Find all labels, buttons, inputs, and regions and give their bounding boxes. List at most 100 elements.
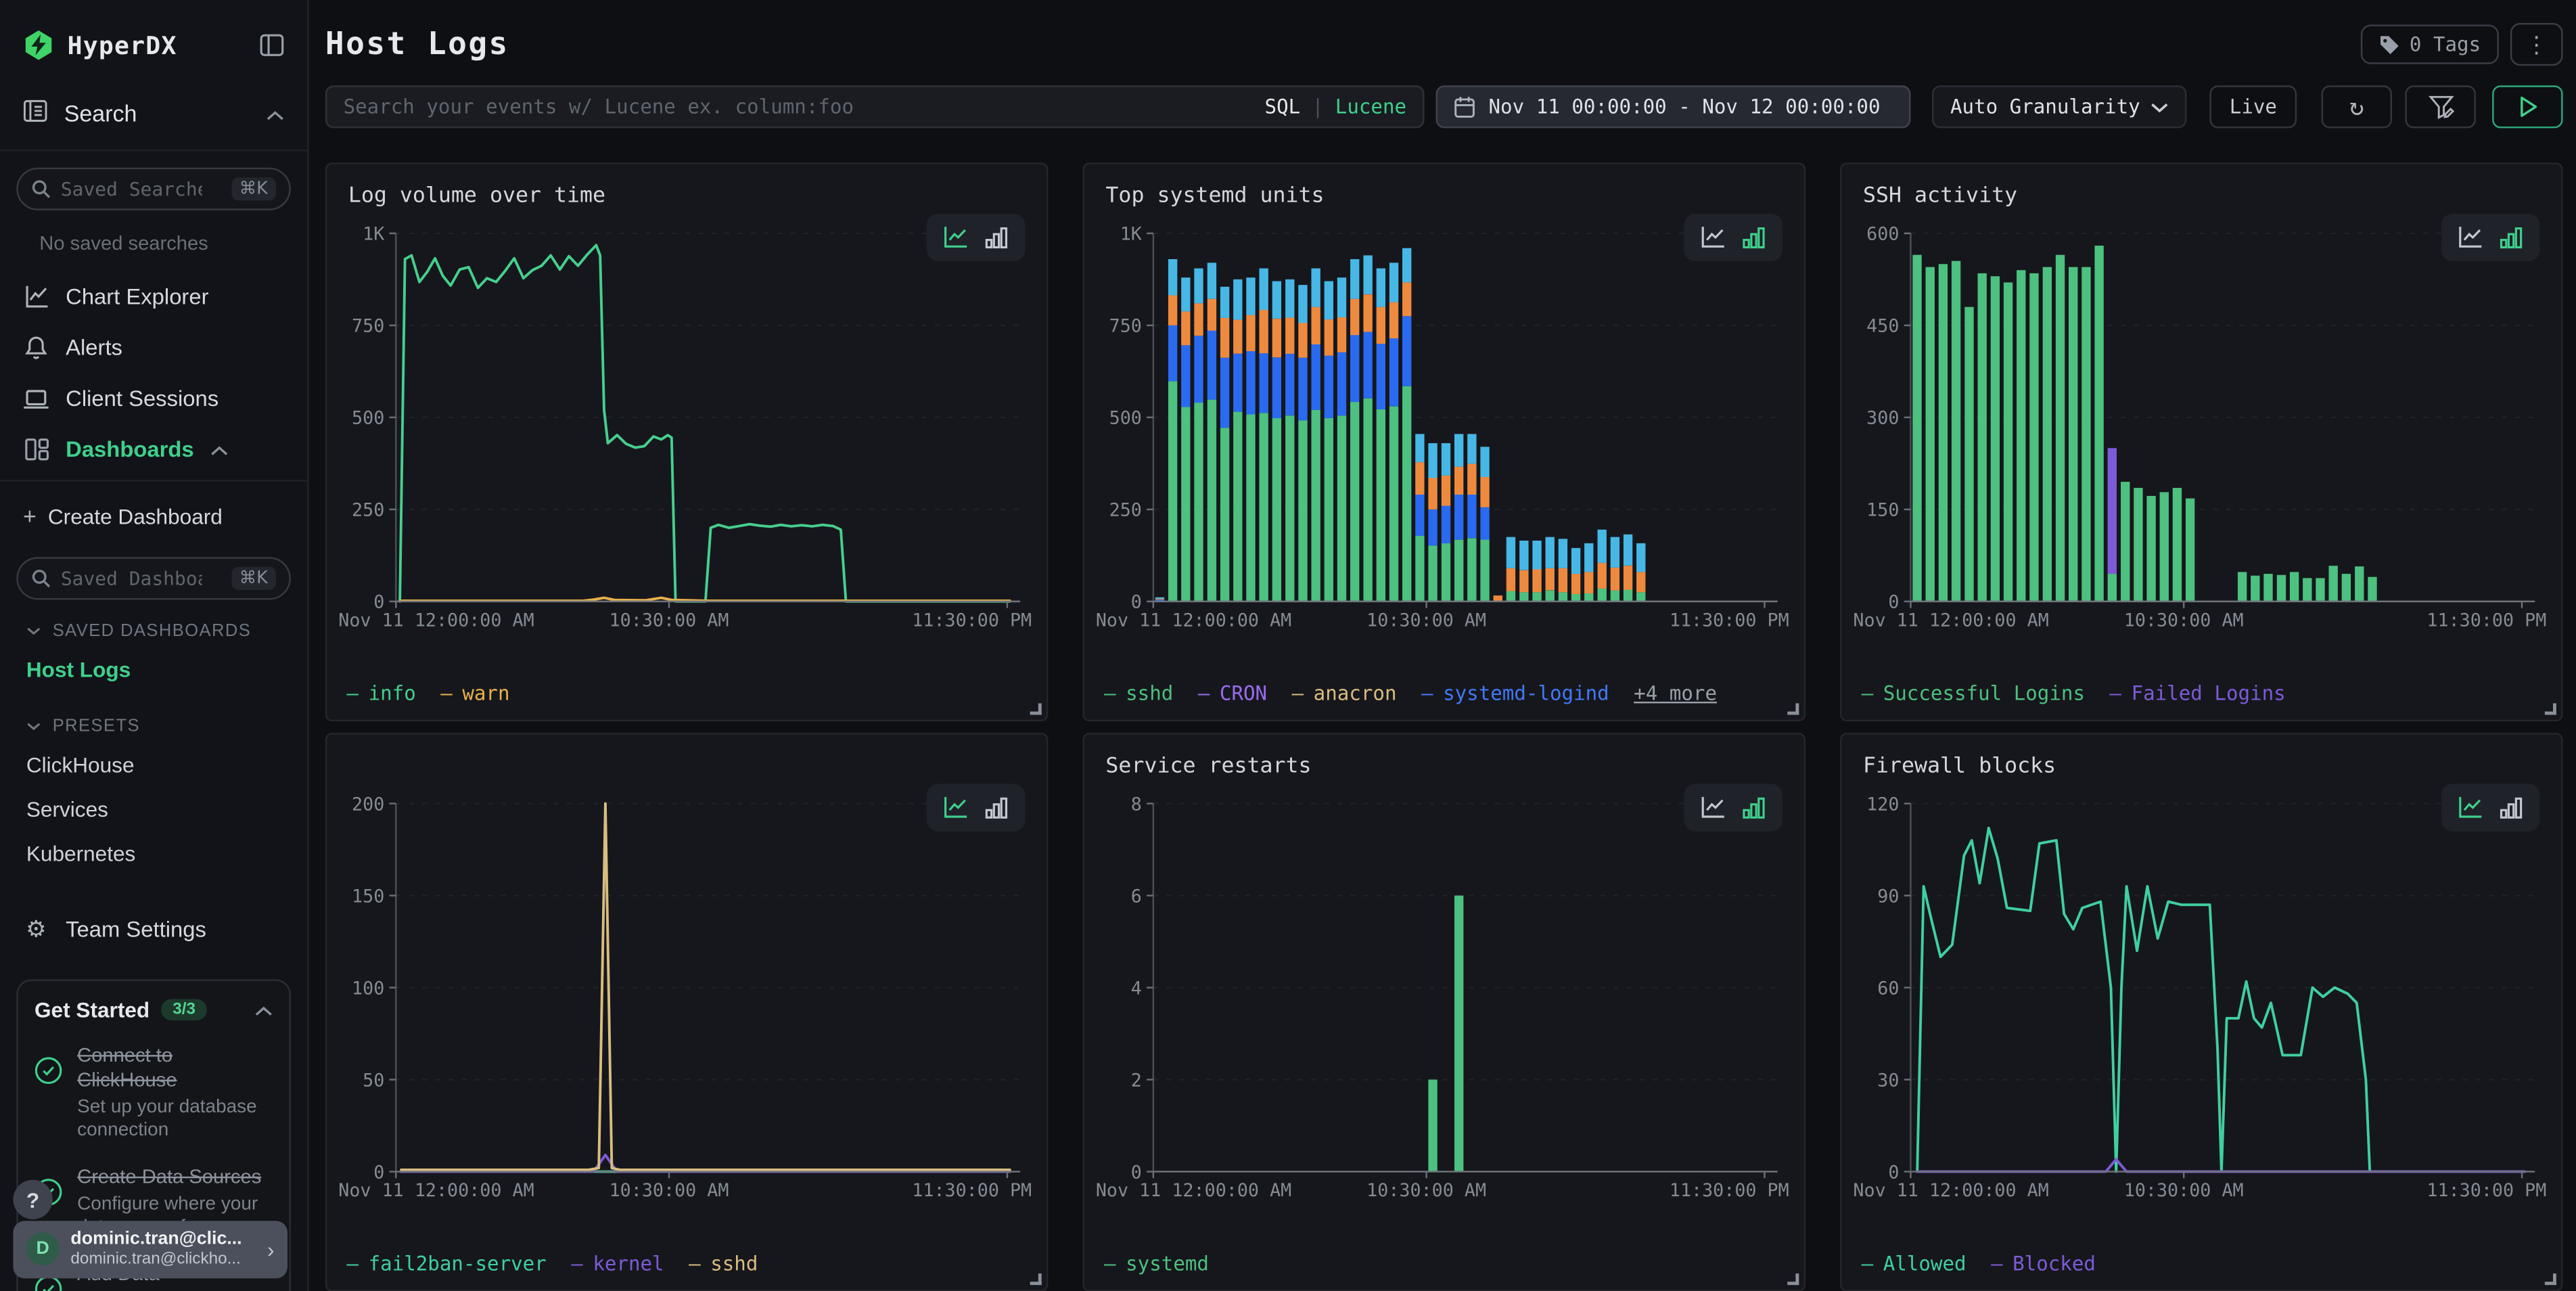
svg-text:Nov 11 12:00:00 AM: Nov 11 12:00:00 AM (1853, 610, 2048, 631)
resize-handle[interactable] (1030, 703, 1042, 715)
legend-more-link[interactable]: +4 more (1634, 682, 1717, 705)
legend-item[interactable]: —sshd (689, 1252, 758, 1275)
plot-area[interactable]: 6004503001500Nov 11 12:00:00 AM10:30:00 … (1852, 223, 2548, 634)
date-range-picker[interactable]: Nov 11 00:00:00 - Nov 12 00:00:00 (1436, 85, 1911, 128)
event-search-box[interactable]: SQL | Lucene (325, 85, 1425, 128)
run-query-button[interactable] (2492, 85, 2562, 128)
get-started-item-desc: Set up your database connection (77, 1096, 261, 1143)
plot-area[interactable]: 200150100500Nov 11 12:00:00 AM10:30:00 A… (337, 794, 1034, 1204)
user-menu[interactable]: D dominic.tran@clic... dominic.tran@clic… (13, 1221, 288, 1278)
resize-handle[interactable] (1787, 1273, 1799, 1285)
chart-type-toggle (1684, 214, 1782, 261)
plot-area[interactable]: 1209060300Nov 11 12:00:00 AM10:30:00 AM1… (1852, 794, 2548, 1204)
legend-item[interactable]: —warn (440, 682, 509, 705)
sidebar-item-chart-explorer[interactable]: Chart Explorer (0, 271, 307, 322)
svg-text:6: 6 (1131, 886, 1142, 907)
line-chart-toggle[interactable] (2458, 795, 2484, 819)
bar-chart-toggle[interactable] (984, 795, 1009, 819)
help-button[interactable]: ? (13, 1180, 52, 1219)
sidebar-item-search[interactable]: Search (0, 77, 307, 151)
plot-area[interactable]: 1K7505002500Nov 11 12:00:00 AM10:30:00 A… (1094, 223, 1791, 634)
live-button[interactable]: Live (2210, 85, 2297, 128)
saved-dashboards-group-header[interactable]: SAVED DASHBOARDS (0, 606, 307, 648)
user-name: dominic.tran@clic... (70, 1229, 242, 1250)
sidebar-item-alerts[interactable]: Alerts (0, 322, 307, 373)
chart-legend: —info —warn (346, 682, 509, 705)
sidebar-item-label: Alerts (66, 335, 122, 359)
refresh-button[interactable]: ↻ (2322, 85, 2392, 128)
sidebar-item-clickhouse[interactable]: ClickHouse (0, 743, 307, 788)
collapse-sidebar-icon[interactable] (260, 33, 284, 58)
legend-item[interactable]: —Failed Logins (2109, 682, 2285, 705)
legend-item[interactable]: —sshd (1104, 682, 1173, 705)
saved-dashboards-field[interactable] (61, 567, 202, 590)
line-chart-toggle[interactable] (1701, 795, 1727, 819)
saved-searches-input[interactable]: ⌘K (16, 168, 291, 210)
line-chart-toggle[interactable] (2458, 225, 2484, 250)
sql-toggle[interactable]: SQL (1265, 95, 1301, 118)
legend-item[interactable]: —info (346, 682, 415, 705)
filter-button[interactable] (2405, 85, 2475, 128)
resize-handle[interactable] (2545, 1273, 2556, 1285)
bar-chart-toggle[interactable] (1741, 795, 1766, 819)
legend-item[interactable]: —systemd-logind (1421, 682, 1609, 705)
legend-item[interactable]: —systemd (1104, 1252, 1209, 1275)
legend-label: anacron (1314, 682, 1397, 705)
laptop-icon (23, 387, 49, 410)
sidebar-item-kubernetes[interactable]: Kubernetes (0, 832, 307, 876)
panel-title: Top systemd units (1105, 184, 1324, 208)
bar-chart-toggle[interactable] (1741, 225, 1766, 250)
plot-area[interactable]: 1K7505002500Nov 11 12:00:00 AM10:30:00 A… (337, 223, 1034, 634)
granularity-select[interactable]: Auto Granularity (1932, 85, 2186, 128)
lucene-toggle[interactable]: Lucene (1335, 95, 1406, 118)
sidebar-item-host-logs[interactable]: Host Logs (0, 648, 307, 692)
svg-text:2: 2 (1131, 1070, 1142, 1091)
legend-item[interactable]: —Successful Logins (1862, 682, 2085, 705)
bar-chart-toggle[interactable] (2499, 795, 2523, 819)
plot-area[interactable]: 86420Nov 11 12:00:00 AM10:30:00 AM11:30:… (1094, 794, 1791, 1204)
chart-legend: —sshd —CRON —anacron —systemd-logind +4 more (1104, 682, 1717, 705)
create-dashboard-button[interactable]: + Create Dashboard (0, 491, 307, 541)
chart-legend: —fail2ban-server —kernel —sshd (346, 1252, 758, 1275)
svg-text:11:30:00 PM: 11:30:00 PM (1670, 610, 1789, 631)
app-root: HyperDX Search ⌘K No saved searches Cha (0, 0, 2576, 1291)
resize-handle[interactable] (1030, 1273, 1042, 1285)
legend-item[interactable]: —anacron (1292, 682, 1397, 705)
get-started-item[interactable]: Connect to ClickHouse Set up your databa… (34, 1043, 273, 1143)
chart-panel: SSH activity 6004503001500Nov 11 12:00:0… (1840, 162, 2563, 721)
line-chart-toggle[interactable] (943, 795, 969, 819)
legend-label: Successful Logins (1883, 682, 2085, 705)
sidebar-item-services[interactable]: Services (0, 787, 307, 832)
presets-group-header[interactable]: PRESETS (0, 702, 307, 743)
legend-swatch: — (440, 682, 453, 705)
bar-chart-toggle[interactable] (984, 225, 1009, 250)
legend-item[interactable]: —fail2ban-server (346, 1252, 546, 1275)
legend-label: Blocked (2013, 1252, 2096, 1275)
legend-item[interactable]: —kernel (571, 1252, 664, 1275)
search-input[interactable] (344, 95, 1265, 118)
resize-handle[interactable] (1787, 703, 1799, 715)
line-chart-toggle[interactable] (1701, 225, 1727, 250)
get-started-item-title: Create Data Sources (77, 1164, 271, 1189)
more-options-button[interactable]: ⋮ (2510, 23, 2563, 66)
sidebar-item-team-settings[interactable]: ⚙ Team Settings (0, 902, 307, 956)
svg-text:11:30:00 PM: 11:30:00 PM (912, 610, 1032, 631)
legend-item[interactable]: —CRON (1198, 682, 1267, 705)
sidebar-item-dashboards[interactable]: Dashboards (0, 424, 307, 482)
legend-item[interactable]: —Blocked (1991, 1252, 2096, 1275)
line-chart-toggle[interactable] (943, 225, 969, 250)
chevron-up-icon[interactable] (254, 997, 273, 1022)
sidebar-item-label: Team Settings (66, 917, 206, 941)
saved-dashboards-input[interactable]: ⌘K (16, 557, 291, 599)
saved-searches-field[interactable] (61, 177, 202, 200)
gear-icon: ⚙ (23, 915, 49, 943)
bar-chart-toggle[interactable] (2499, 225, 2523, 250)
legend-item[interactable]: —Allowed (1862, 1252, 1967, 1275)
sidebar-item-client-sessions[interactable]: Client Sessions (0, 373, 307, 424)
resize-handle[interactable] (2545, 703, 2556, 715)
svg-text:250: 250 (352, 500, 384, 521)
tags-button[interactable]: 0 Tags (2360, 24, 2499, 64)
legend-label: Failed Logins (2132, 682, 2286, 705)
query-controls: SQL | Lucene Nov 11 00:00:00 - Nov 12 00… (325, 85, 2563, 128)
check-circle-icon (34, 1057, 62, 1143)
